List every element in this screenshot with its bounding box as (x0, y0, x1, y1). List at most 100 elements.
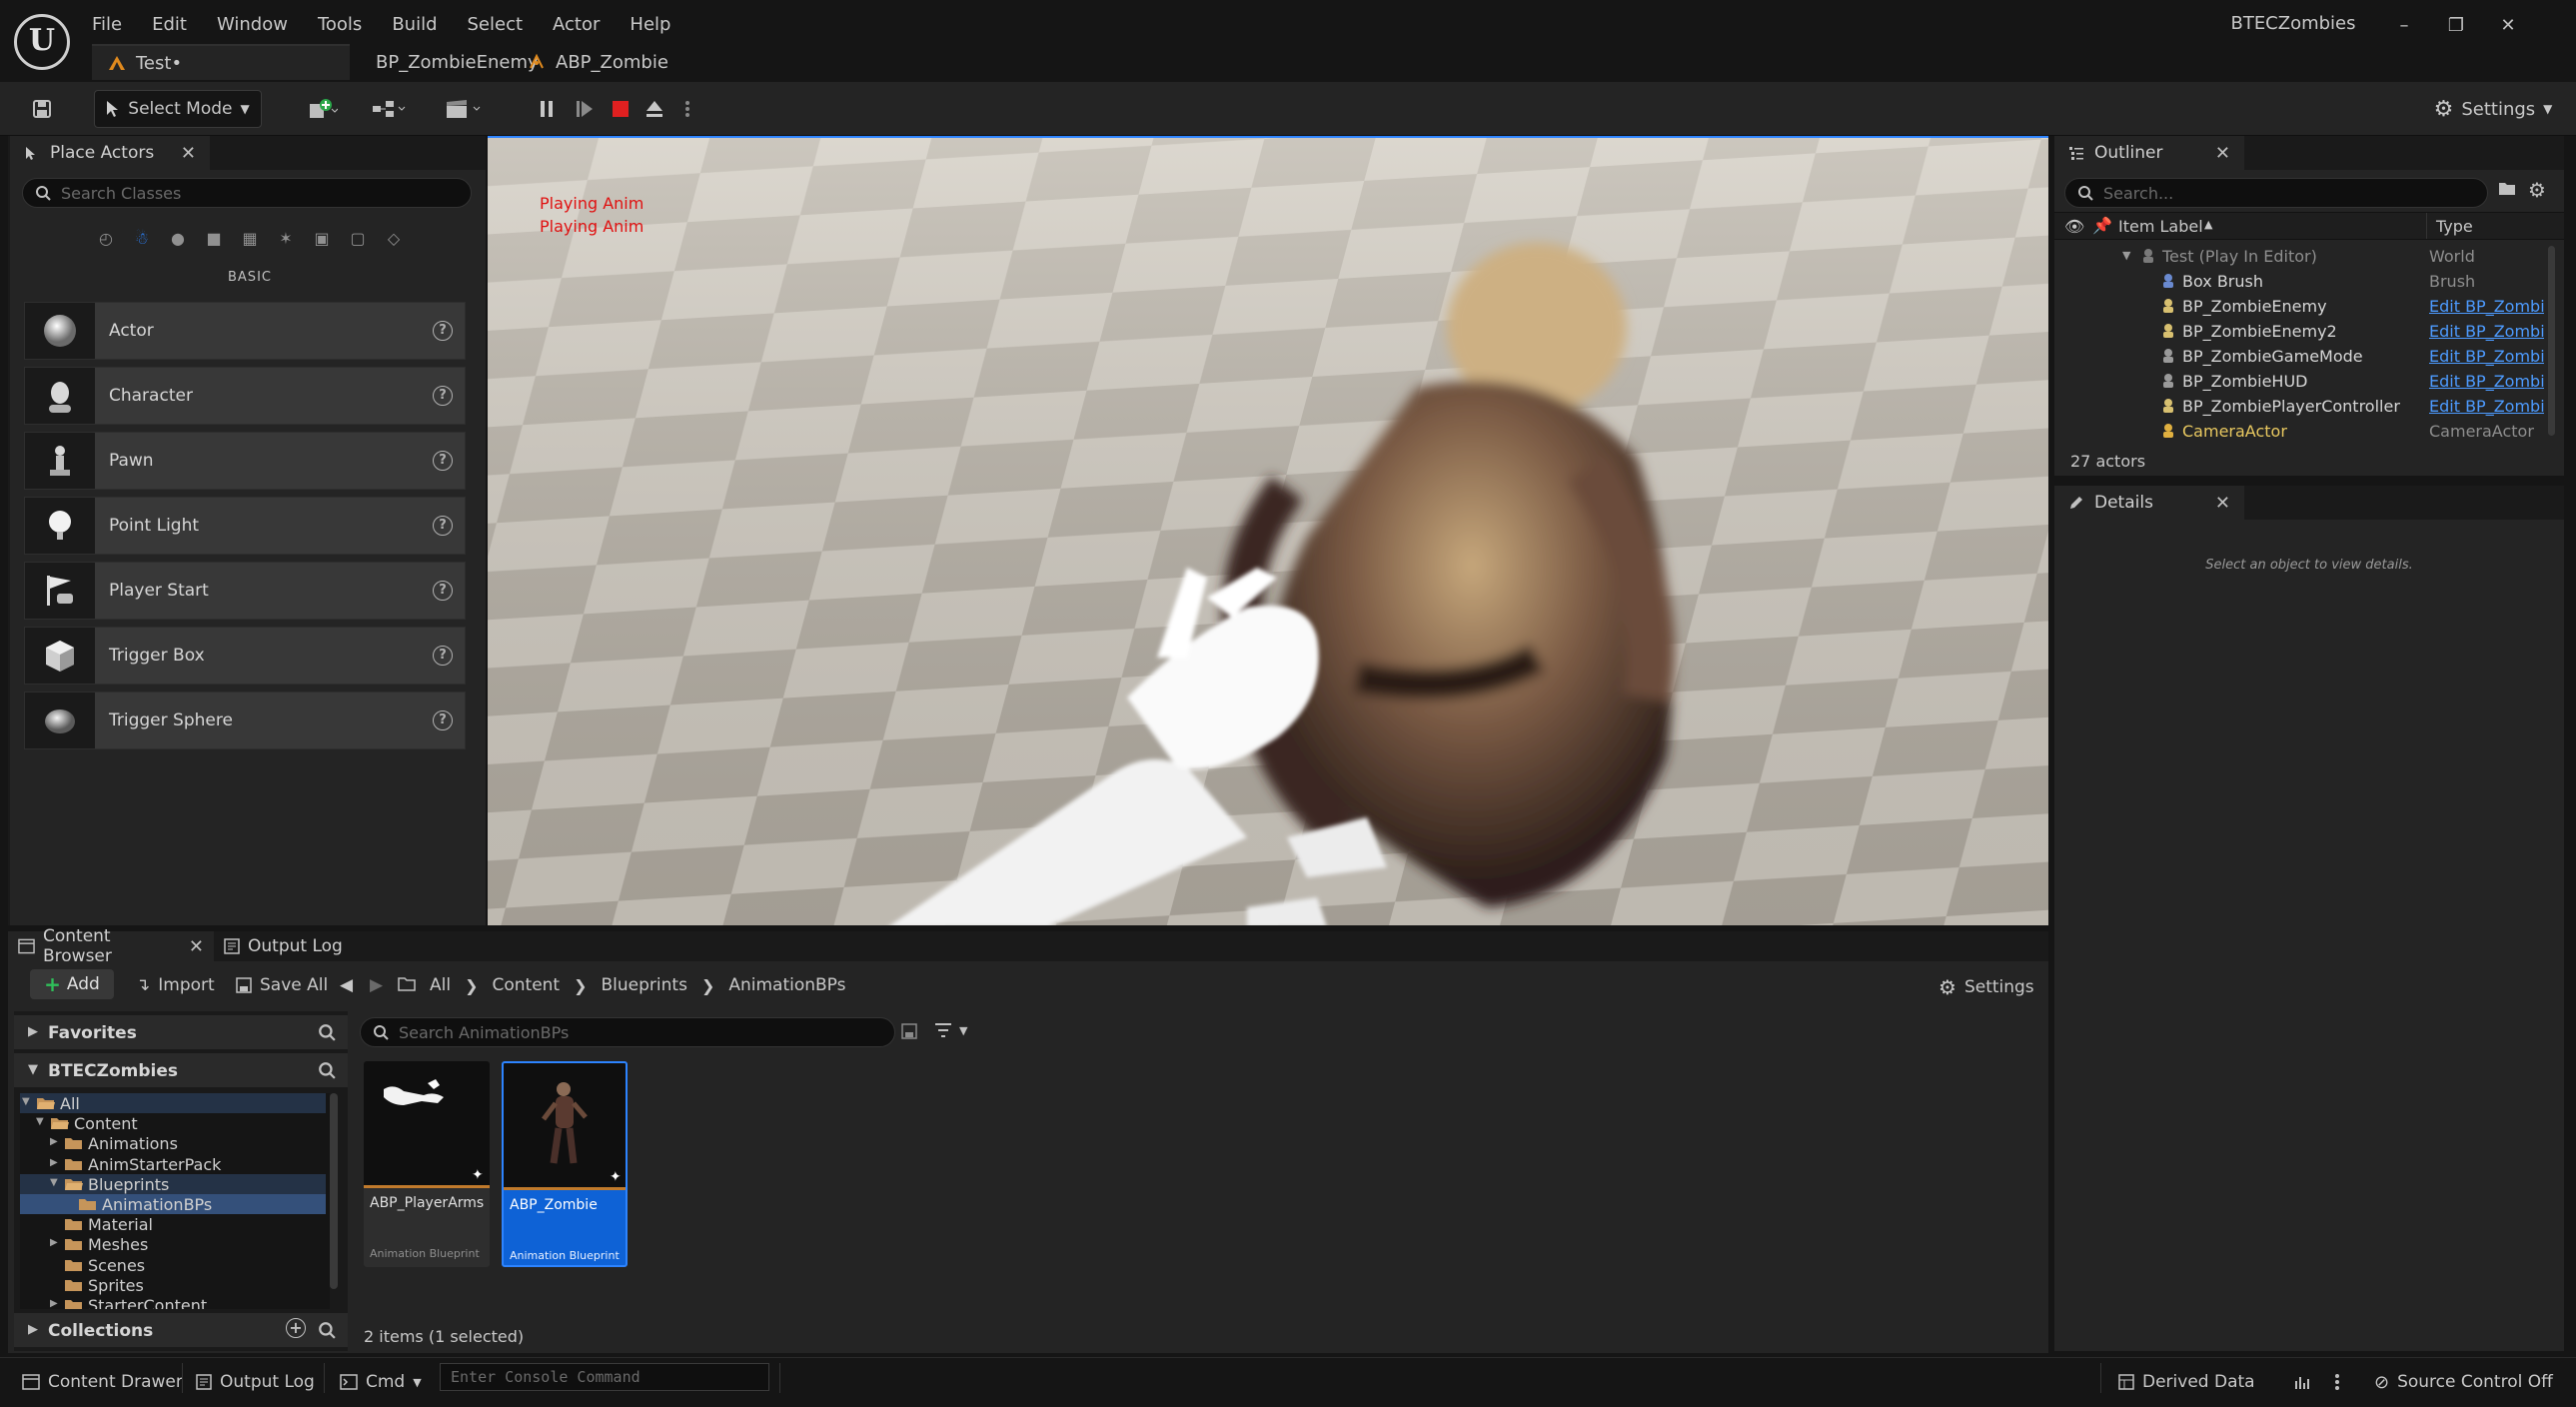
edit-blueprint-link[interactable]: Edit BP_ZombieGameMode (2429, 347, 2544, 366)
output-log-button[interactable]: Output Log (196, 1367, 315, 1397)
add-actor-button[interactable] (296, 90, 350, 128)
all-classes-icon[interactable]: ◇ (380, 224, 408, 252)
console-command-field[interactable] (440, 1363, 769, 1391)
stop-icon[interactable] (604, 90, 638, 128)
folder-tree-item[interactable]: Material (20, 1214, 326, 1234)
doc-tab-abp-zombie[interactable]: ABP_Zombie (512, 44, 684, 80)
content-browser-settings-button[interactable]: ⚙ Settings (1938, 975, 2034, 999)
gear-icon[interactable]: ⚙ (2528, 178, 2546, 202)
folder-tree-item[interactable]: ▶ Animations (20, 1133, 326, 1153)
folder-tree-item[interactable]: ▼ Blueprints (20, 1173, 326, 1194)
tree-expander-icon[interactable]: ▶ (50, 1136, 58, 1147)
save-icon[interactable] (24, 90, 60, 128)
cinematics-button[interactable] (436, 90, 490, 128)
item-label-column-header[interactable]: Item Label (2118, 217, 2203, 236)
help-icon[interactable]: ? (433, 451, 453, 471)
tree-expander-icon[interactable]: ▼ (36, 1116, 44, 1127)
visual-effects-icon[interactable]: ✶ (272, 224, 300, 252)
import-button[interactable]: ↴ Import (136, 975, 215, 995)
close-icon[interactable]: ✕ (181, 143, 196, 164)
breadcrumb-animationbps[interactable]: AnimationBPs (728, 975, 845, 995)
add-button[interactable]: + Add (30, 969, 114, 999)
unreal-logo-icon[interactable]: U (14, 14, 70, 70)
source-control-button[interactable]: ⊘ Source Control Off (2374, 1367, 2553, 1397)
pin-icon[interactable]: 📌 (2092, 216, 2112, 235)
visibility-eye-icon[interactable]: 👁 (2064, 217, 2084, 236)
save-search-icon[interactable] (901, 1023, 917, 1039)
tree-expander-icon[interactable]: ▶ (50, 1237, 58, 1248)
volumes-icon[interactable]: ▢ (344, 224, 372, 252)
close-icon[interactable]: ✕ (189, 936, 204, 957)
breadcrumb-content[interactable]: Content (492, 975, 560, 995)
tree-expander-icon[interactable]: ▶ (50, 1157, 58, 1168)
folder-tree-item[interactable]: Scenes (20, 1255, 326, 1275)
settings-button[interactable]: ⚙ Settings ▼ (2428, 90, 2558, 128)
tree-expander-icon[interactable]: ▼ (50, 1177, 58, 1188)
select-mode-dropdown[interactable]: Select Mode ▼ (94, 90, 262, 128)
details-tab[interactable]: Details ✕ (2054, 486, 2244, 520)
folder-tree-scrollbar[interactable] (330, 1093, 338, 1289)
add-collection-icon[interactable]: + (286, 1318, 306, 1338)
lights-icon[interactable]: ● (164, 224, 192, 252)
outliner-search-input[interactable] (2103, 183, 2452, 203)
forward-icon[interactable]: ▶ (370, 975, 383, 995)
more-options-icon[interactable] (2334, 1367, 2340, 1397)
back-icon[interactable]: ◀ (340, 975, 353, 995)
minimize-icon[interactable]: – (2378, 12, 2430, 40)
project-section-header[interactable]: ▼ BTECZombies (14, 1053, 348, 1087)
actor-item-actor[interactable]: Actor ? (24, 302, 466, 360)
close-icon[interactable]: ✕ (2215, 143, 2230, 164)
trace-icon[interactable] (2294, 1367, 2312, 1397)
level-viewport[interactable] (488, 136, 2048, 925)
search-icon[interactable] (318, 1061, 336, 1079)
menu-actor[interactable]: Actor (553, 14, 600, 35)
blueprints-menu-button[interactable] (362, 90, 416, 128)
menu-edit[interactable]: Edit (152, 14, 187, 35)
edit-blueprint-link[interactable]: Edit BP_ZombiePlayerController (2429, 397, 2544, 416)
favorites-section-header[interactable]: ▶ Favorites (14, 1015, 348, 1049)
help-icon[interactable]: ? (433, 646, 453, 666)
outliner-row[interactable]: BP_ZombiePlayerController Edit BP_ZombieP… (2054, 394, 2546, 419)
edit-blueprint-link[interactable]: Edit BP_ZombieEnemy (2429, 322, 2544, 341)
actor-item-character[interactable]: Character ? (24, 367, 466, 425)
outliner-row[interactable]: CameraActor CameraActor (2054, 419, 2546, 444)
add-folder-icon[interactable] (2498, 180, 2516, 196)
help-icon[interactable]: ? (433, 386, 453, 406)
derived-data-button[interactable]: Derived Data (2118, 1367, 2255, 1397)
actor-item-pawn[interactable]: Pawn ? (24, 432, 466, 490)
edit-blueprint-link[interactable]: Edit BP_ZombieHUD (2429, 372, 2544, 391)
eject-icon[interactable] (638, 90, 671, 128)
folder-tree-item[interactable]: ▼ All (20, 1093, 326, 1113)
close-window-icon[interactable]: ✕ (2482, 12, 2534, 40)
outliner-row[interactable]: BP_ZombieHUD Edit BP_ZombieHUD (2054, 369, 2546, 394)
tree-expander-icon[interactable]: ▶ (50, 1298, 58, 1309)
doc-tab-level[interactable]: Test• (92, 44, 350, 80)
asset-tile-abp-zombie[interactable]: ✦ ABP_Zombie Animation Blueprint (502, 1061, 628, 1267)
cmd-dropdown[interactable]: Cmd ▼ (340, 1367, 422, 1397)
recent-icon[interactable]: ◴ (92, 224, 120, 252)
folder-tree-item[interactable]: AnimationBPs (20, 1194, 326, 1214)
menu-select[interactable]: Select (468, 14, 524, 35)
cinematic-icon[interactable]: ▦ (236, 224, 264, 252)
actor-item-trigger-sphere[interactable]: Trigger Sphere ? (24, 692, 466, 749)
collapse-arrow-icon[interactable]: ▼ (2122, 249, 2130, 262)
console-command-input[interactable] (441, 1364, 768, 1390)
frame-skip-icon[interactable] (568, 90, 602, 128)
folder-tree-item[interactable]: ▶ Meshes (20, 1234, 326, 1254)
outliner-search-field[interactable] (2064, 178, 2488, 208)
search-classes-field[interactable] (22, 178, 472, 208)
type-column-header[interactable]: Type (2436, 217, 2473, 236)
output-log-tab[interactable]: Output Log (214, 931, 353, 961)
outliner-row[interactable]: BP_ZombieEnemy2 Edit BP_ZombieEnemy (2054, 319, 2546, 344)
breadcrumb-all[interactable]: All (430, 975, 451, 995)
content-drawer-button[interactable]: Content Drawer (22, 1367, 183, 1397)
search-icon[interactable] (318, 1023, 336, 1041)
geometry-icon[interactable]: ▣ (308, 224, 336, 252)
collections-section-header[interactable]: ▶ Collections + (14, 1313, 348, 1347)
actor-item-player-start[interactable]: Player Start ? (24, 562, 466, 620)
actor-item-point-light[interactable]: Point Light ? (24, 497, 466, 555)
help-icon[interactable]: ? (433, 710, 453, 730)
close-icon[interactable]: ✕ (2215, 493, 2230, 514)
outliner-row[interactable]: ▼ Test (Play In Editor) World (2054, 244, 2546, 269)
folder-tree-item[interactable]: ▶ AnimStarterPack (20, 1154, 326, 1174)
